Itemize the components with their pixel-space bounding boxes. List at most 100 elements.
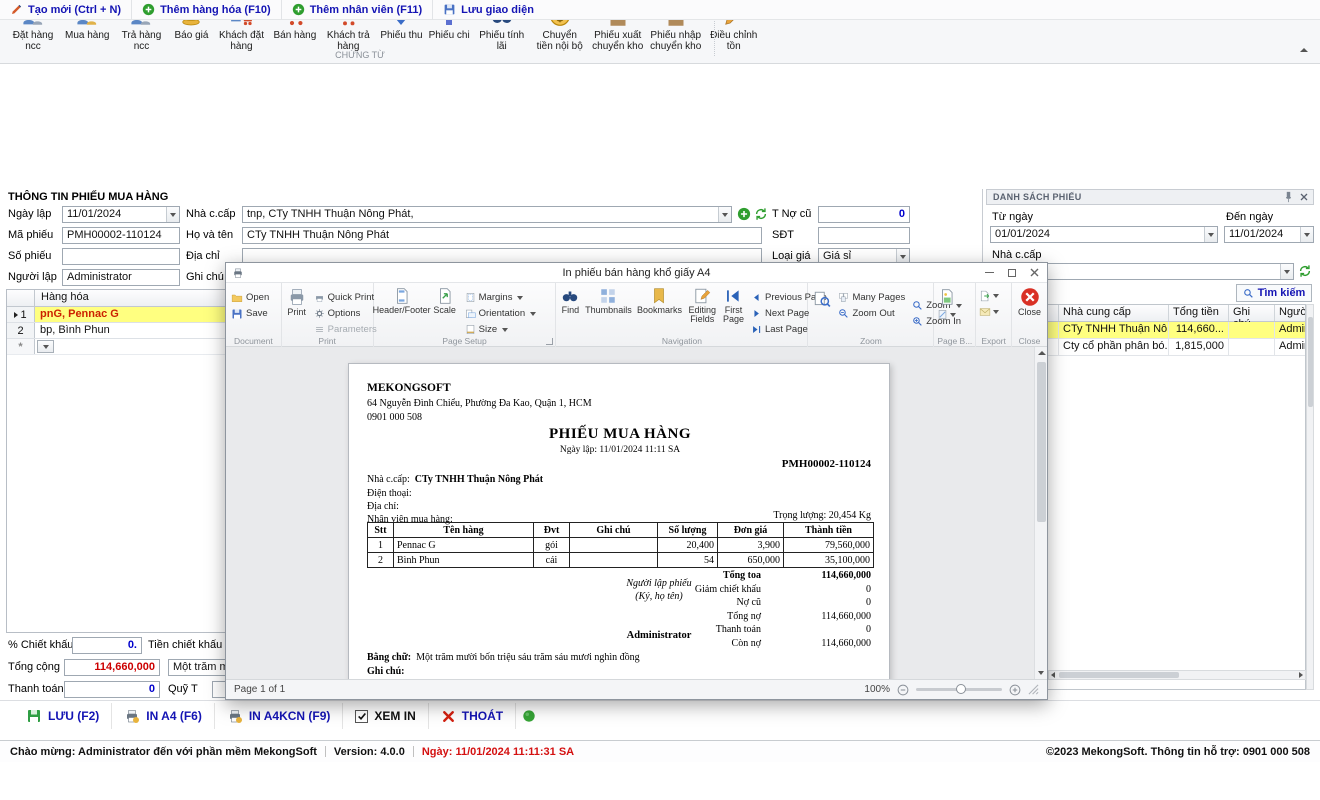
send-email-button[interactable] xyxy=(979,306,999,318)
search-icon xyxy=(1243,288,1254,299)
zoom-fit-button[interactable] xyxy=(811,286,833,309)
watermark-button[interactable] xyxy=(937,309,956,320)
find-button[interactable]: Find xyxy=(559,286,581,316)
chevron-down-icon[interactable] xyxy=(166,207,179,222)
close-preview-button[interactable]: Close xyxy=(1015,286,1044,318)
zoom-out-button[interactable]: Zoom Out xyxy=(836,306,907,321)
page-background-icon[interactable] xyxy=(938,288,956,306)
panel-close-icon[interactable] xyxy=(1300,193,1308,201)
refresh-supplier-icon[interactable] xyxy=(754,207,768,221)
close-red-icon xyxy=(1020,287,1040,307)
scroll-left-icon[interactable] xyxy=(1051,672,1055,678)
save-layout-button[interactable]: Lưu giao diện xyxy=(433,0,544,20)
pen-icon xyxy=(10,3,23,16)
new-row-icon: * xyxy=(7,339,35,354)
nha-ccap-combo[interactable]: tnp, CTy TNHH Thuận Nông Phát, xyxy=(242,206,732,223)
zoom-out-button[interactable] xyxy=(897,684,909,696)
zoom-slider[interactable] xyxy=(916,688,1002,691)
chevron-down-icon[interactable] xyxy=(718,207,731,222)
sdt-field[interactable] xyxy=(818,227,910,244)
status-orb-icon[interactable] xyxy=(522,709,536,723)
pin-icon[interactable] xyxy=(1284,191,1293,203)
den-ngay-combo[interactable]: 11/01/2024 xyxy=(1224,226,1314,243)
ngay-lap-label: Ngày lập xyxy=(8,208,51,220)
first-page-button[interactable]: First Page xyxy=(721,286,746,326)
parameters-button[interactable]: Parameters xyxy=(312,322,379,337)
save-button[interactable]: Save xyxy=(229,306,271,321)
preview-area[interactable]: MEKONGSOFT 64 Nguyễn Đình Chiểu, Phường … xyxy=(226,347,1047,679)
print-button[interactable]: Print xyxy=(285,286,309,318)
add-item-button[interactable]: Thêm hàng hóa (F10) xyxy=(132,0,282,20)
zoom-slider-thumb[interactable] xyxy=(956,684,966,694)
scale-icon xyxy=(436,287,454,305)
many-pages-button[interactable]: Many Pages xyxy=(836,290,907,305)
size-button[interactable]: Size xyxy=(463,322,538,337)
preview-vertical-scrollbar[interactable] xyxy=(1034,347,1047,679)
panel-refresh-icon[interactable] xyxy=(1298,264,1312,278)
chiet-khau-label: % Chiết khấu xyxy=(8,639,73,651)
plus-circle-icon xyxy=(292,3,305,16)
quick-print-button[interactable]: Quick Print xyxy=(312,290,379,305)
options-button[interactable]: Options xyxy=(312,306,379,321)
tu-ngay-combo[interactable]: 01/01/2024 xyxy=(990,226,1218,243)
doc-phone-label: Điện thoại: xyxy=(367,488,412,499)
scroll-down-icon[interactable] xyxy=(1038,671,1044,675)
zoom-in-button[interactable] xyxy=(1009,684,1021,696)
editing-fields-button[interactable]: Editing Fields xyxy=(686,286,718,326)
margins-button[interactable]: Margins xyxy=(463,290,538,305)
open-button[interactable]: Open xyxy=(229,290,271,305)
chevron-down-icon[interactable] xyxy=(1204,227,1217,242)
column-header[interactable]: Nhà cung cấp xyxy=(1059,305,1169,321)
scale-button[interactable]: Scale xyxy=(430,286,460,316)
print-a4-button[interactable]: IN A4 (F6) xyxy=(112,703,215,729)
print-a4kcn-button[interactable]: IN A4KCN (F9) xyxy=(215,703,344,729)
ho-ten-field[interactable]: CTy TNHH Thuận Nông Phát xyxy=(242,227,762,244)
panel-horizontal-scrollbar[interactable] xyxy=(1048,670,1306,680)
export-file-button[interactable] xyxy=(979,290,999,302)
add-supplier-icon[interactable] xyxy=(737,207,751,221)
header-footer-button[interactable]: Header/Footer xyxy=(377,286,427,316)
scroll-up-icon[interactable] xyxy=(1038,351,1046,355)
xem-in-checkbox[interactable]: XEM IN xyxy=(343,703,428,729)
dia-chi-label: Địa chỉ xyxy=(186,250,220,262)
panel-title: DANH SÁCH PHIẾU xyxy=(987,192,1082,202)
nguoi-lap-label: Người lập xyxy=(8,271,57,283)
first-page-icon xyxy=(724,287,742,305)
tong-cong-field[interactable]: 114,660,000 xyxy=(64,659,160,676)
t-no-cu-field[interactable]: 0 xyxy=(818,206,910,223)
panel-header: DANH SÁCH PHIẾU xyxy=(986,189,1314,205)
ghi-chu-label: Ghi chú xyxy=(186,271,224,283)
new-row-dropdown[interactable] xyxy=(37,340,54,353)
printer-icon xyxy=(287,287,307,307)
panel-vertical-scrollbar[interactable] xyxy=(1306,304,1314,690)
doc-amount-words: Bằng chữ: Một trăm mười bốn triệu sáu tr… xyxy=(367,652,640,663)
thumbnails-button[interactable]: Thumbnails xyxy=(584,286,632,316)
column-header[interactable]: Người xyxy=(1275,305,1306,321)
column-header[interactable]: Tổng tiền xyxy=(1169,305,1229,321)
search-button[interactable]: Tìm kiếm xyxy=(1236,284,1312,302)
resize-grip-icon[interactable] xyxy=(1028,684,1039,695)
toolbar-group-close: Close Close xyxy=(1012,283,1047,347)
chiet-khau-field[interactable]: 0. xyxy=(72,637,142,654)
ma-phieu-field[interactable]: PMH00002-110124 xyxy=(62,227,180,244)
so-phieu-field[interactable] xyxy=(62,248,180,265)
nguoi-lap-field[interactable]: Administrator xyxy=(62,269,180,286)
thanh-toan-field[interactable]: 0 xyxy=(64,681,160,698)
ribbon-collapse-icon[interactable] xyxy=(1300,48,1308,52)
toolbar-group-print: Print Quick Print Options Parameters Pri… xyxy=(282,283,374,347)
chevron-down-icon[interactable] xyxy=(1280,264,1293,279)
bookmarks-button[interactable]: Bookmarks xyxy=(635,286,683,316)
exit-button[interactable]: THOÁT xyxy=(429,703,516,729)
doc-phone: 0901 000 508 xyxy=(367,412,422,423)
new-button[interactable]: Tạo mới (Ctrl + N) xyxy=(0,0,132,20)
tien-chiet-khau-label: Tiền chiết khấu xyxy=(148,639,222,651)
printer-icon xyxy=(227,708,243,724)
add-staff-button[interactable]: Thêm nhân viên (F11) xyxy=(282,0,433,20)
size-icon xyxy=(465,324,476,335)
column-header[interactable]: Ghi chú xyxy=(1229,305,1275,321)
scroll-right-icon[interactable] xyxy=(1299,672,1303,678)
orientation-button[interactable]: Orientation xyxy=(463,306,538,321)
save-button[interactable]: LƯU (F2) xyxy=(14,703,112,729)
ngay-lap-combo[interactable]: 11/01/2024 xyxy=(62,206,180,223)
chevron-down-icon[interactable] xyxy=(1300,227,1313,242)
